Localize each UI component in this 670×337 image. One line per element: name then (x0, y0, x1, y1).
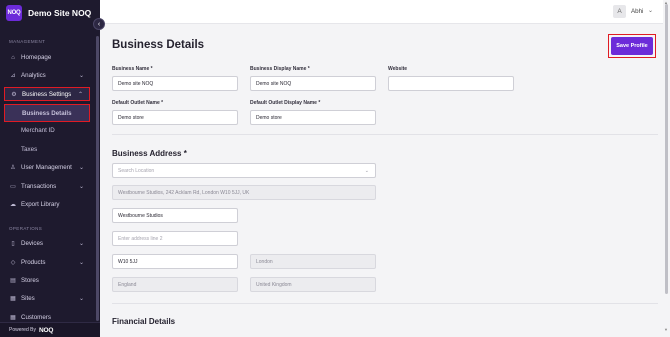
chevron-down-icon: ⌄ (78, 241, 84, 247)
customers-icon: ▦ (10, 315, 16, 321)
divider (112, 134, 658, 135)
sidebar-item-merchant-id[interactable]: Merchant ID (4, 124, 90, 137)
website-label: Website (388, 66, 408, 72)
divider (112, 303, 658, 304)
store-icon: ▤ (10, 278, 16, 284)
chevron-down-icon: ⌄ (78, 260, 84, 266)
sidebar-item-label: Merchant ID (21, 127, 55, 134)
sidebar-item-user-management[interactable]: ♙ User Management ⌄ (4, 161, 90, 174)
sidebar-item-label: Business Settings (22, 90, 72, 98)
powered-by-footer: Powered By NOQ (0, 322, 100, 337)
brand-logo: NOQ (6, 5, 22, 21)
sidebar-item-label: Sites (21, 295, 35, 302)
sidebar-item-export-library[interactable]: ☁ Export Library (4, 198, 90, 211)
outlet-name-label: Default Outlet Name * (112, 100, 164, 106)
search-location-select[interactable]: Search Location ⌄ (112, 163, 376, 178)
sidebar-item-label: Devices (21, 240, 44, 247)
cloud-export-icon: ☁ (10, 202, 16, 208)
sidebar-item-label: User Management (21, 164, 72, 171)
full-address-field: Westbourne Studios, 242 Acklam Rd, Londo… (112, 185, 376, 200)
transactions-icon: ▭ (10, 184, 16, 190)
city-field: London (250, 254, 376, 269)
management-section-label: MANAGEMENT (9, 39, 46, 44)
sidebar-item-label: Export Library (21, 201, 60, 208)
sidebar-item-transactions[interactable]: ▭ Transactions ⌄ (4, 180, 90, 193)
chevron-down-icon: ⌄ (78, 165, 84, 171)
device-icon: ▯ (11, 241, 15, 247)
gear-icon: ⚙ (11, 91, 17, 98)
chevron-left-icon: ‹ (97, 20, 101, 28)
operations-section-label: OPERATIONS (9, 226, 43, 231)
chevron-down-icon: ⌄ (78, 73, 84, 79)
save-button-highlight: Save Profile (608, 34, 656, 58)
sites-icon: ▦ (10, 296, 16, 302)
chevron-down-icon[interactable]: ⌄ (648, 7, 653, 14)
business-name-field[interactable]: Demo site NOQ (112, 76, 238, 91)
powered-by-text: Powered By (9, 327, 36, 333)
horizontal-scrollbar[interactable] (100, 332, 663, 337)
sidebar-item-label: Customers (21, 314, 51, 321)
sidebar-item-taxes[interactable]: Taxes (4, 143, 90, 156)
brand-title: Demo Site NOQ (28, 8, 92, 18)
home-icon: ⌂ (11, 54, 15, 61)
sidebar-item-label: Transactions (21, 183, 57, 190)
scrollbar-thumb[interactable] (665, 4, 668, 294)
postcode-field[interactable]: W10 5JJ (112, 254, 238, 269)
chevron-down-icon: ⌄ (364, 167, 369, 174)
chevron-down-icon: ⌄ (78, 296, 84, 302)
sidebar-item-stores[interactable]: ▤ Stores (4, 274, 90, 287)
outlet-name-field[interactable]: Demo store (112, 110, 238, 125)
brand[interactable]: NOQ Demo Site NOQ (6, 4, 91, 22)
sidebar-item-homepage[interactable]: ⌂ Homepage (4, 51, 90, 64)
sidebar-item-products[interactable]: ◇ Products ⌄ (4, 256, 90, 269)
sidebar: NOQ Demo Site NOQ MANAGEMENT ⌂ Homepage … (0, 0, 100, 337)
chart-icon: ⊿ (10, 73, 16, 79)
powered-by-brand: NOQ (38, 326, 54, 334)
sidebar-item-label: Products (21, 259, 46, 266)
main-content: Business Details Save Profile Business N… (100, 24, 663, 337)
address-line1-field[interactable]: Westbourne Studios (112, 208, 238, 223)
display-name-label: Business Display Name * (250, 66, 310, 72)
save-profile-button[interactable]: Save Profile (611, 37, 653, 55)
address-line2-field[interactable]: Enter address line 2 (112, 231, 238, 246)
sidebar-item-label: Taxes (21, 146, 38, 153)
main-scrollbar[interactable]: ▲ ▼ (663, 0, 670, 337)
outlet-display-label: Default Outlet Display Name * (250, 100, 321, 106)
website-field[interactable] (388, 76, 514, 91)
avatar[interactable]: A (613, 5, 626, 18)
topbar: A Abhi ⌄ (100, 0, 670, 24)
chevron-down-icon: ⌄ (78, 184, 84, 190)
user-name[interactable]: Abhi (631, 8, 643, 15)
country-field: United Kingdom (250, 277, 376, 292)
search-location-placeholder: Search Location (118, 167, 155, 174)
user-icon: ♙ (10, 165, 16, 171)
chevron-up-icon: ⌃ (77, 91, 83, 98)
region-field: England (112, 277, 238, 292)
financial-details-title: Financial Details (112, 317, 176, 326)
app-window: NOQ Demo Site NOQ MANAGEMENT ⌂ Homepage … (0, 0, 670, 337)
sidebar-item-label: Stores (21, 277, 39, 284)
product-icon: ◇ (10, 260, 16, 266)
sidebar-item-devices[interactable]: ▯ Devices ⌄ (4, 237, 90, 250)
sidebar-item-business-settings[interactable]: ⚙ Business Settings ⌃ (4, 87, 90, 101)
sidebar-item-analytics[interactable]: ⊿ Analytics ⌄ (4, 69, 90, 82)
business-name-label: Business Name * (112, 66, 153, 72)
sidebar-collapse-button[interactable]: ‹ (93, 18, 105, 30)
page-title: Business Details (112, 39, 205, 51)
business-address-title: Business Address * (112, 149, 187, 158)
sidebar-item-business-details[interactable]: Business Details (4, 104, 90, 122)
sidebar-item-sites[interactable]: ▦ Sites ⌄ (4, 292, 90, 305)
outlet-display-field[interactable]: Demo store (250, 110, 376, 125)
scroll-down-icon[interactable]: ▼ (664, 327, 668, 332)
sidebar-item-label: Business Details (22, 109, 72, 117)
display-name-field[interactable]: Demo site NOQ (250, 76, 376, 91)
sidebar-item-label: Homepage (21, 54, 52, 61)
sidebar-item-label: Analytics (21, 72, 46, 79)
sidebar-scrollbar[interactable] (96, 36, 99, 321)
